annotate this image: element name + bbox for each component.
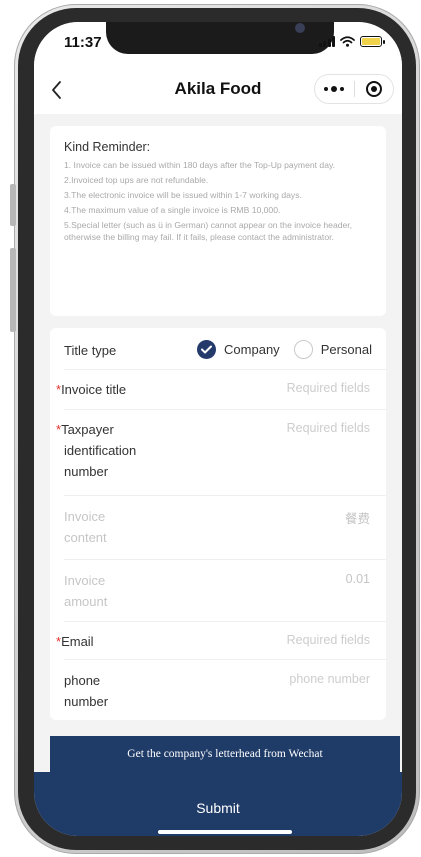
phone-input[interactable]: phone number bbox=[289, 672, 370, 686]
reminder-card: Kind Reminder: 1. Invoice can be issued … bbox=[50, 126, 386, 316]
checkmark-icon bbox=[197, 340, 217, 359]
close-button[interactable] bbox=[355, 75, 394, 103]
radio-personal-label: Personal bbox=[320, 342, 372, 357]
status-time: 11:37 bbox=[64, 34, 102, 51]
phone-label: phone bbox=[64, 673, 101, 688]
more-button[interactable] bbox=[315, 75, 354, 103]
reminder-line: 3.The electronic invoice will be issued … bbox=[64, 190, 302, 200]
phone-side-button bbox=[10, 248, 16, 332]
taxpayer-id-input[interactable]: Required fields bbox=[287, 421, 370, 435]
home-indicator[interactable] bbox=[158, 830, 292, 834]
radio-personal[interactable]: Personal bbox=[293, 340, 372, 359]
phone-screen: 11:37 Akila Food Kind Reminder: 1. Invoi… bbox=[34, 22, 402, 836]
invoice-amount-label: Invoice bbox=[64, 573, 106, 588]
reminder-line: 2.Invoiced top ups are not refundable. bbox=[64, 175, 209, 185]
invoice-content-label: content bbox=[64, 530, 107, 545]
status-icons bbox=[318, 36, 385, 47]
letterhead-button[interactable]: Get the company's letterhead from Wechat bbox=[50, 736, 400, 772]
invoice-amount-row: Invoice amount 0.01 bbox=[50, 560, 386, 622]
title-type-label: Title type bbox=[64, 343, 117, 358]
submit-bar[interactable]: Submit bbox=[34, 772, 402, 836]
invoice-content-value: 餐费 bbox=[344, 512, 370, 526]
signal-icon bbox=[318, 36, 335, 47]
invoice-title-label: *Invoice title bbox=[56, 382, 127, 397]
invoice-amount-label: amount bbox=[64, 594, 108, 609]
target-icon bbox=[365, 81, 382, 97]
invoice-title-input[interactable]: Required fields bbox=[287, 381, 370, 395]
taxpayer-id-row[interactable]: *Taxpayer identification number Required… bbox=[50, 410, 386, 496]
mini-program-capsule bbox=[314, 74, 394, 104]
title-type-radio-group: Company Personal bbox=[197, 340, 372, 359]
phone-row[interactable]: phone number phone number bbox=[50, 660, 386, 720]
invoice-title-row[interactable]: *Invoice title Required fields bbox=[50, 370, 386, 410]
title-type-row: Title type Company Personal bbox=[50, 328, 386, 370]
invoice-form: Title type Company Personal *Invoice tit… bbox=[50, 328, 386, 720]
taxpayer-id-label: number bbox=[64, 464, 109, 479]
reminder-line: 5.Special letter (such as ü in German) c… bbox=[64, 220, 353, 242]
radio-company[interactable]: Company bbox=[197, 340, 280, 359]
battery-icon bbox=[360, 36, 385, 47]
notch bbox=[106, 22, 334, 54]
camera-icon bbox=[295, 23, 305, 33]
reminder-title: Kind Reminder: bbox=[64, 140, 151, 154]
taxpayer-id-label: identification bbox=[64, 443, 137, 458]
reminder-line: 4.The maximum value of a single invoice … bbox=[64, 205, 281, 215]
reminder-line: 1. Invoice can be issued within 180 days… bbox=[64, 160, 336, 170]
phone-label: number bbox=[64, 694, 109, 709]
status-bar: 11:37 bbox=[34, 22, 402, 66]
radio-company-label: Company bbox=[224, 342, 280, 357]
more-dots-icon bbox=[324, 86, 345, 92]
invoice-content-label: Invoice bbox=[64, 509, 106, 524]
wifi-icon bbox=[340, 36, 355, 47]
nav-bar: Akila Food bbox=[34, 66, 402, 114]
radio-empty-icon bbox=[293, 340, 313, 359]
email-label: *Email bbox=[56, 634, 94, 649]
email-row[interactable]: *Email Required fields bbox=[50, 622, 386, 660]
phone-side-button bbox=[10, 184, 16, 226]
taxpayer-id-label: *Taxpayer bbox=[56, 422, 114, 437]
email-input[interactable]: Required fields bbox=[287, 633, 370, 647]
invoice-amount-value: 0.01 bbox=[345, 572, 370, 586]
invoice-content-row: Invoice content 餐费 bbox=[50, 496, 386, 560]
submit-button[interactable]: Submit bbox=[34, 800, 402, 816]
